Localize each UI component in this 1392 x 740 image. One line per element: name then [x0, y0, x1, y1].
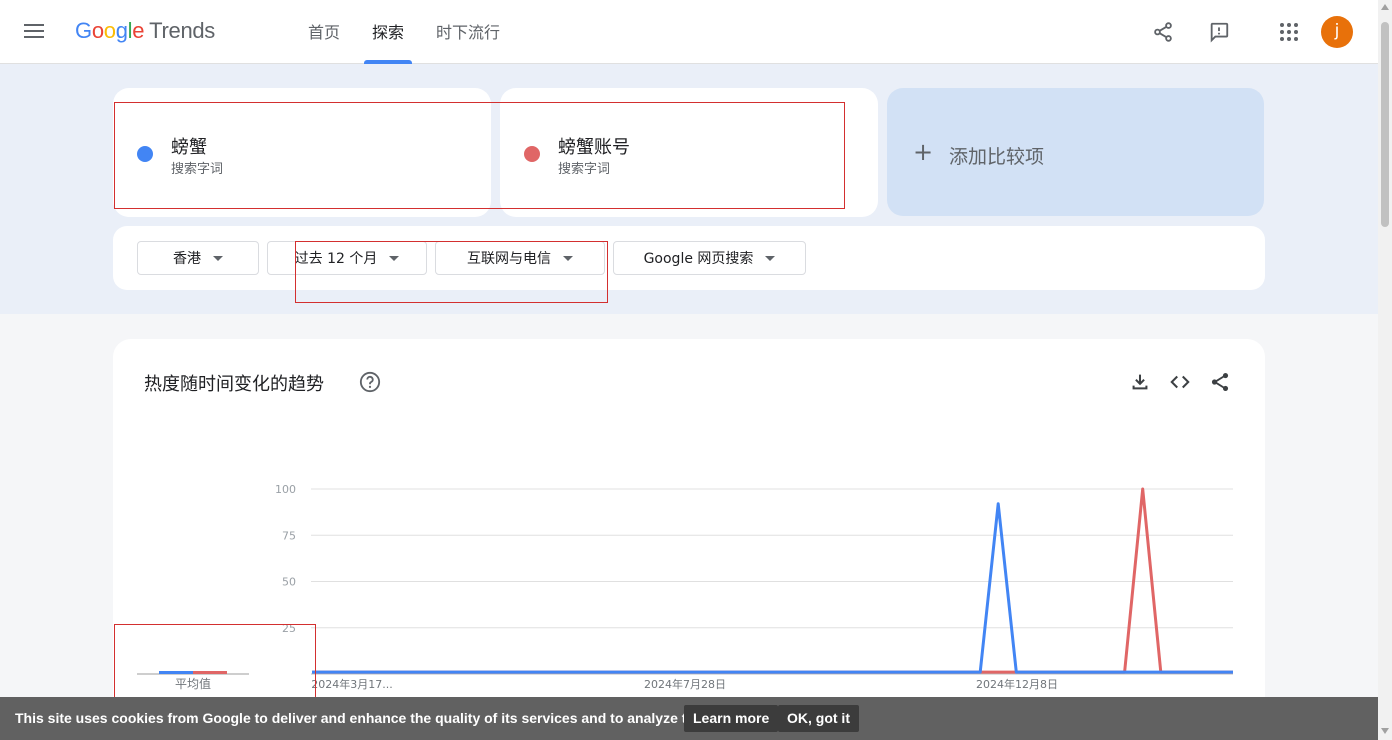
search-term-card-1[interactable]: 螃蟹 搜索字词: [113, 88, 491, 217]
search-term-card-2[interactable]: 螃蟹账号 搜索字词: [500, 88, 878, 217]
learn-more-button[interactable]: Learn more: [684, 705, 779, 732]
series-line: [312, 487, 1233, 674]
tab-home[interactable]: 首页: [300, 0, 348, 64]
series-color-dot: [524, 146, 540, 162]
cookie-message: This site uses cookies from Google to de…: [15, 710, 725, 726]
logo-letter: G: [75, 18, 92, 43]
feedback-icon[interactable]: [1203, 16, 1235, 48]
vertical-scrollbar[interactable]: [1378, 0, 1392, 740]
filter-label: 过去 12 个月: [294, 251, 378, 267]
logo-letter: o: [91, 18, 104, 43]
logo-letter: g: [115, 18, 128, 43]
x-tick-label: 2024年12月8日: [976, 677, 1058, 691]
google-trends-logo[interactable]: Google Trends: [75, 18, 215, 44]
ok-got-it-button[interactable]: OK, got it: [778, 705, 859, 732]
average-bar: [193, 671, 227, 674]
dropdown-arrow-icon: [765, 255, 776, 261]
average-bar: [159, 671, 193, 674]
apps-icon[interactable]: [1273, 16, 1305, 48]
time-range-filter[interactable]: 过去 12 个月: [267, 241, 427, 275]
y-tick-label: 25: [282, 622, 296, 635]
menu-icon[interactable]: [22, 20, 50, 44]
plus-icon: +: [913, 138, 934, 166]
top-app-bar: Google Trends 首页 探索 时下流行 j: [0, 0, 1378, 64]
tab-explore[interactable]: 探索: [364, 0, 413, 64]
share-icon[interactable]: [1147, 16, 1179, 48]
search-term-type: 搜索字词: [171, 162, 224, 177]
category-filter[interactable]: 互联网与电信: [435, 241, 605, 275]
series-line: [312, 502, 1233, 674]
cookie-consent-bar: This site uses cookies from Google to de…: [0, 697, 1378, 740]
search-term-type: 搜索字词: [558, 162, 611, 177]
logo-product-name: Trends: [149, 18, 216, 43]
y-tick-label: 100: [275, 483, 296, 496]
dropdown-arrow-icon: [389, 255, 400, 261]
scroll-up-icon[interactable]: [1381, 4, 1389, 10]
filter-label: 香港: [173, 251, 201, 267]
trend-chart: 100 75 50 25 2024年3月17... 2024年7月28日 2024年12月8…: [137, 483, 1233, 691]
account-avatar[interactable]: j: [1321, 16, 1353, 48]
search-type-filter[interactable]: Google 网页搜索: [613, 241, 806, 275]
logo-letter: e: [132, 18, 145, 43]
add-comparison-label: 添加比较项: [949, 146, 1045, 168]
main-nav: 首页 探索 时下流行: [300, 0, 524, 64]
interest-over-time-card: 热度随时间变化的趋势 100 75 50 25 2024年3月17... 2024年7月2…: [113, 339, 1265, 740]
region-filter[interactable]: 香港: [137, 241, 259, 275]
filter-bar: 香港 过去 12 个月 互联网与电信 Google 网页搜索: [113, 226, 1265, 290]
logo-letter: o: [103, 18, 116, 43]
average-label: 平均值: [175, 676, 211, 691]
x-tick-label: 2024年3月17...: [311, 677, 392, 691]
y-tick-label: 75: [282, 529, 296, 542]
filter-label: Google 网页搜索: [643, 251, 754, 267]
dropdown-arrow-icon: [213, 255, 223, 261]
series-color-dot: [137, 146, 153, 162]
scrollbar-thumb[interactable]: [1381, 22, 1389, 227]
y-tick-label: 50: [282, 576, 296, 589]
x-tick-label: 2024年7月28日: [644, 677, 726, 691]
search-term-name: 螃蟹账号: [558, 137, 630, 158]
tab-trending[interactable]: 时下流行: [428, 0, 508, 64]
add-comparison-button[interactable]: + 添加比较项: [887, 88, 1264, 216]
scroll-down-icon[interactable]: [1381, 728, 1389, 734]
filter-label: 互联网与电信: [467, 251, 551, 267]
search-term-name: 螃蟹: [171, 137, 207, 158]
dropdown-arrow-icon: [563, 255, 573, 261]
